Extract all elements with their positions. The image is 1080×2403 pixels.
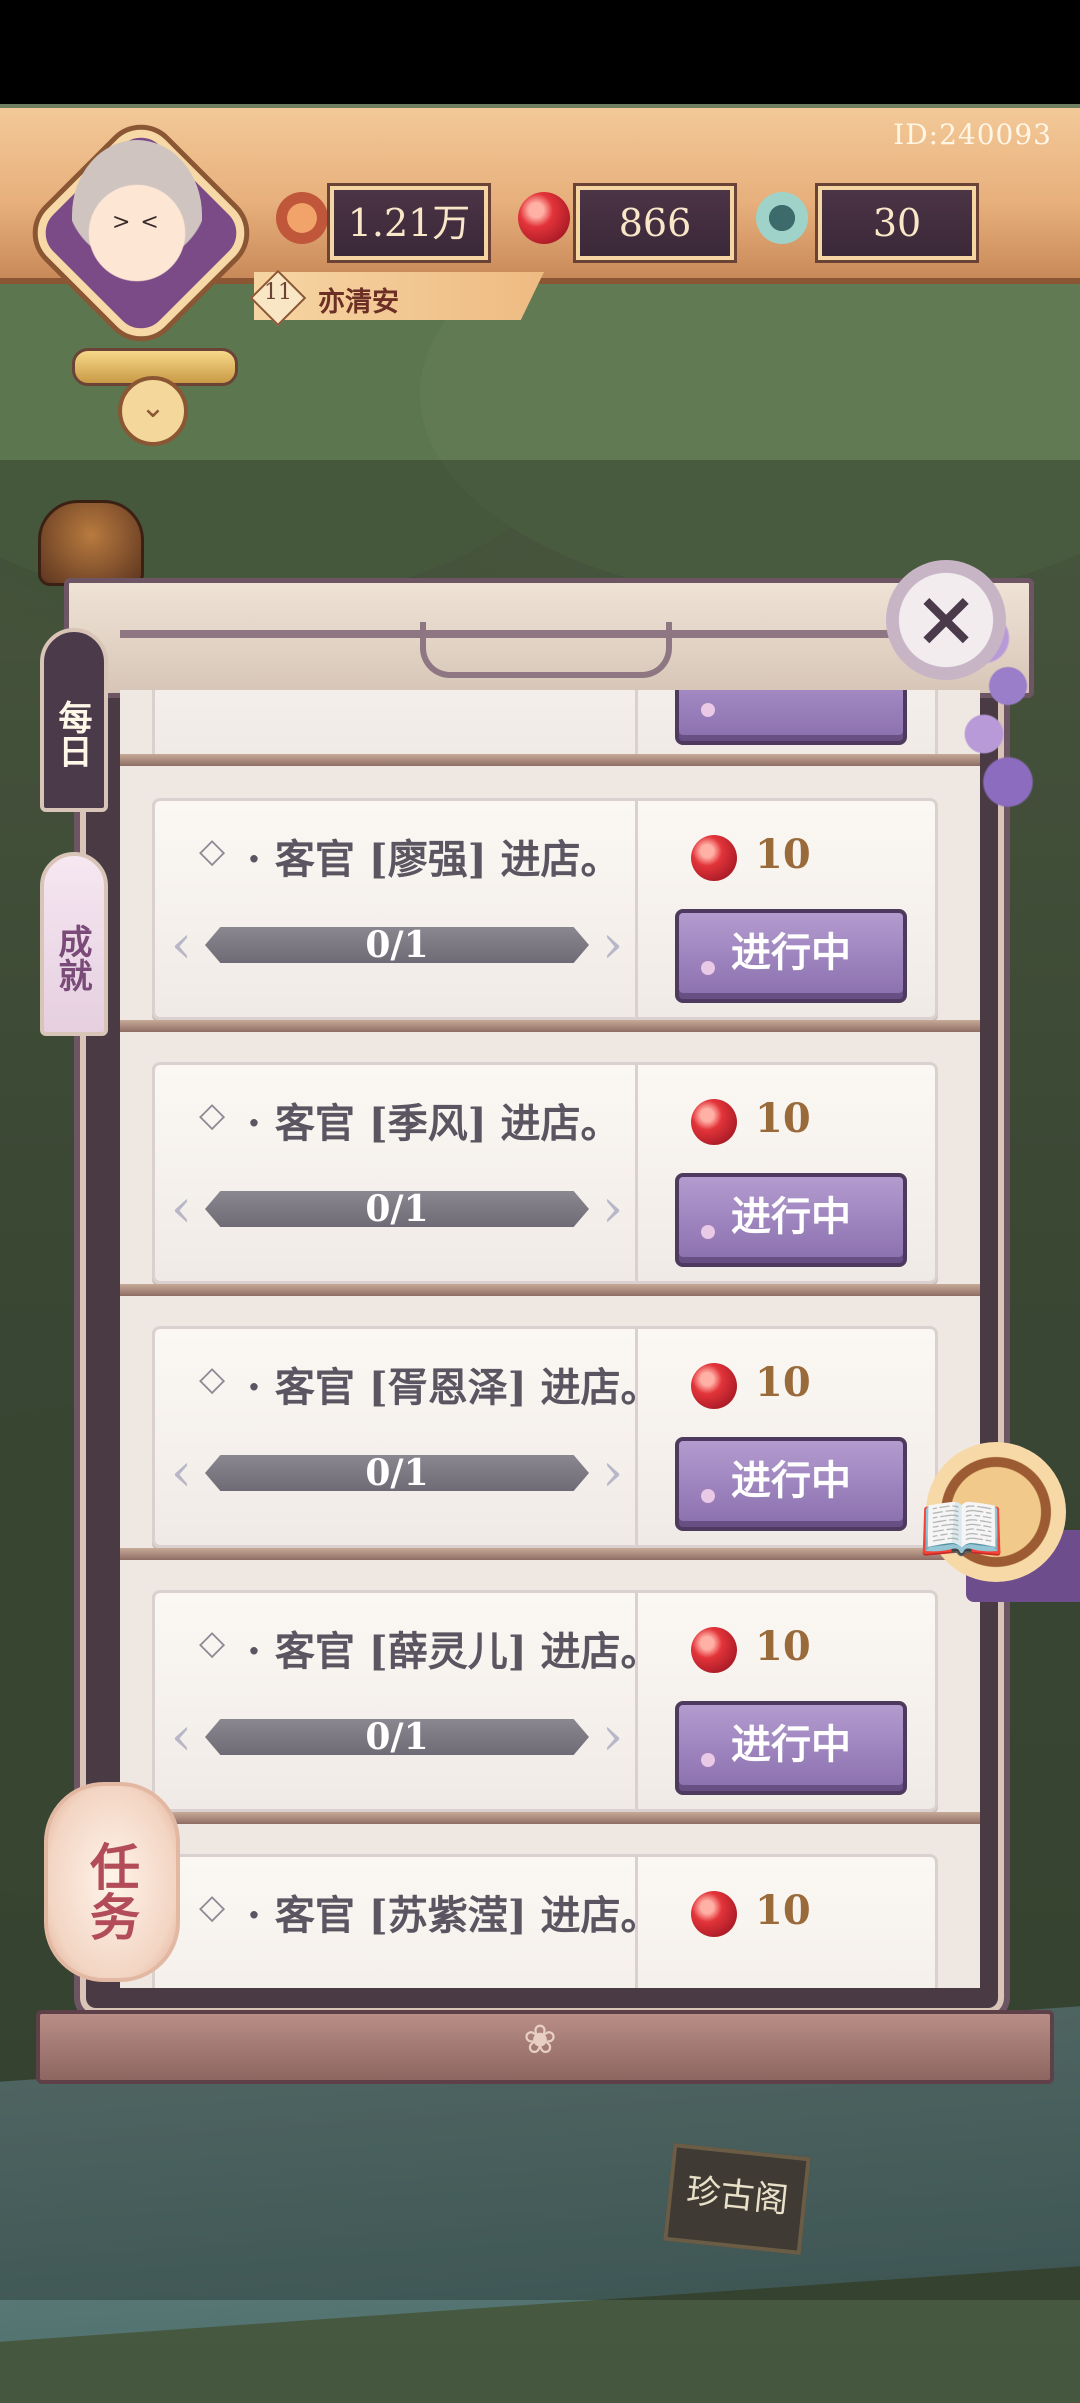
- player-level: 11: [264, 280, 292, 305]
- quest-text: · 客官 [薛灵儿] 进店。: [247, 1628, 661, 1675]
- tab-achievement[interactable]: 成就: [40, 852, 108, 1036]
- shelf: [120, 1020, 980, 1032]
- reward-amount: 10: [755, 1623, 811, 1670]
- quest-text: · 客官 [苏紫滢] 进店。: [247, 1892, 661, 1939]
- in-progress-button[interactable]: 进行中: [675, 1437, 907, 1531]
- red-gem-icon: [691, 1099, 737, 1145]
- reward-amount: 10: [755, 1359, 811, 1406]
- quest-card: ◇ · 客官 [廖强] 进店。 ‹ 0/1 › 10 进行中: [152, 798, 938, 1020]
- arrow-right-icon: ›: [602, 1707, 623, 1767]
- gem-icon: [518, 192, 570, 244]
- quest-text: · 客官 [胥恩泽] 进店。: [247, 1364, 661, 1411]
- arrow-right-icon: ›: [602, 1443, 623, 1503]
- diamond-quest-icon: ◇: [199, 831, 226, 871]
- quest-card: ◇ · 客官 [薛灵儿] 进店。 ‹ 0/1 › 10 进行中: [152, 1590, 938, 1812]
- quest-card: ◇ · 客官 [季风] 进店。 ‹ 0/1 › 10 进行中: [152, 1062, 938, 1284]
- status-bar: [0, 0, 1080, 104]
- quest-card: ◇ · 客官 [苏紫滢] 进店。 10: [152, 1854, 938, 1988]
- in-progress-button[interactable]: 进行中: [675, 1701, 907, 1795]
- progress-bar: ‹ 0/1 ›: [171, 919, 623, 971]
- reward-amount: 10: [755, 1095, 811, 1142]
- diamond-quest-icon: ◇: [199, 1359, 226, 1399]
- quest-card-partial: [152, 690, 938, 762]
- status-button[interactable]: [675, 690, 907, 745]
- avatar-eyes-icon: ><: [112, 210, 169, 235]
- gem-amount: 866: [576, 186, 734, 260]
- copper-coin-icon: [276, 192, 328, 244]
- lotus-ornament-icon: ❀: [523, 2017, 557, 2063]
- arrow-right-icon: ›: [602, 1179, 623, 1239]
- jade-icon: [756, 192, 808, 244]
- red-gem-icon: [691, 1363, 737, 1409]
- arrow-left-icon: ‹: [171, 1443, 192, 1503]
- shop-sign[interactable]: 珍古阁: [663, 2143, 811, 2255]
- progress-label: 0/1: [365, 1716, 429, 1758]
- shelf: [120, 754, 980, 766]
- header-ornament: [420, 622, 672, 678]
- player-id: ID:240093: [893, 118, 1052, 151]
- diamond-quest-icon: ◇: [199, 1623, 226, 1663]
- arrow-right-icon: ›: [602, 915, 623, 975]
- progress-bar: ‹ 0/1 ›: [171, 1447, 623, 1499]
- quest-list[interactable]: ◇ · 客官 [廖强] 进店。 ‹ 0/1 › 10 进行中 ◇ · 客官 [季…: [120, 690, 980, 1988]
- arrow-left-icon: ‹: [171, 1179, 192, 1239]
- player-name: 亦清安: [318, 287, 399, 318]
- reward-amount: 10: [755, 1887, 811, 1934]
- quest-text: · 客官 [季风] 进店。: [247, 1100, 621, 1147]
- shelf: [120, 1548, 980, 1560]
- quest-text: · 客官 [廖强] 进店。: [247, 836, 621, 883]
- shelf: [120, 1284, 980, 1296]
- progress-label: 0/1: [365, 1452, 429, 1494]
- copper-amount: 1.21万: [330, 186, 488, 260]
- in-progress-button[interactable]: 进行中: [675, 1173, 907, 1267]
- diamond-quest-icon: ◇: [199, 1887, 226, 1927]
- treasure-chest-icon[interactable]: [38, 500, 144, 586]
- shelf: [120, 1812, 980, 1824]
- progress-label: 0/1: [365, 924, 429, 966]
- progress-bar: ‹ 0/1 ›: [171, 1711, 623, 1763]
- diamond-quest-icon: ◇: [199, 1095, 226, 1135]
- tab-daily[interactable]: 每日: [40, 628, 108, 812]
- close-icon[interactable]: ×: [886, 560, 1006, 680]
- red-gem-icon: [691, 1627, 737, 1673]
- arrow-left-icon: ‹: [171, 915, 192, 975]
- red-gem-icon: [691, 835, 737, 881]
- red-gem-icon: [691, 1891, 737, 1937]
- chevron-down-icon[interactable]: ⌄: [118, 376, 188, 446]
- quest-card: ◇ · 客官 [胥恩泽] 进店。 ‹ 0/1 › 10 进行中: [152, 1326, 938, 1548]
- task-lantern-button[interactable]: 任务: [44, 1782, 180, 1982]
- in-progress-button[interactable]: 进行中: [675, 909, 907, 1003]
- progress-label: 0/1: [365, 1188, 429, 1230]
- progress-bar: ‹ 0/1 ›: [171, 1183, 623, 1235]
- book-icon: 📖: [918, 1488, 1006, 1570]
- jade-amount: 30: [818, 186, 976, 260]
- reward-amount: 10: [755, 831, 811, 878]
- arrow-left-icon: ‹: [171, 1707, 192, 1767]
